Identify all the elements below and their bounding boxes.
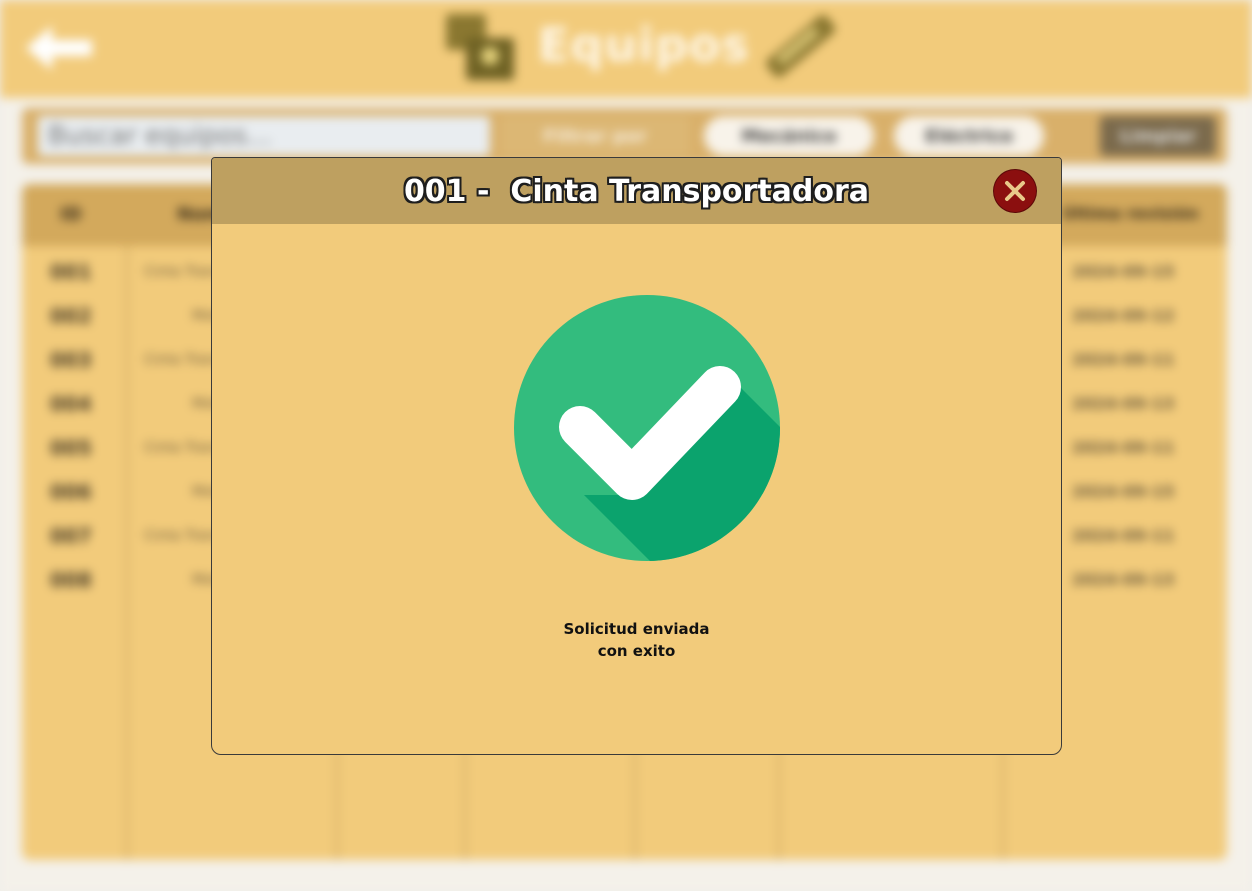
wrench-icon xyxy=(766,15,836,78)
dialog-header: 001 - Cinta Transportadora xyxy=(212,158,1061,224)
column-header-date: Última revisión xyxy=(1062,204,1199,223)
cell-id: 004 xyxy=(50,392,92,416)
column-header-id: ID xyxy=(60,204,82,225)
search-toolbar: Filtrar por Mecánico Eléctrico Limpiar xyxy=(22,108,1227,164)
cell-date: 2024-09-15 xyxy=(1072,482,1175,501)
cell-date: 2024-09-11 xyxy=(1072,526,1175,545)
cell-date: 2024-09-15 xyxy=(1072,262,1175,281)
top-bar: Equipos xyxy=(0,0,1252,98)
back-arrow-icon[interactable] xyxy=(22,22,94,74)
equipment-icon xyxy=(446,14,514,80)
search-input[interactable] xyxy=(38,116,490,156)
cell-date: 2024-09-13 xyxy=(1072,570,1175,589)
success-dialog: 001 - Cinta Transportadora Solicitud env… xyxy=(211,157,1062,755)
success-message: Solicitud enviada con exito xyxy=(212,618,1061,662)
filter-electrical-button[interactable]: Eléctrico xyxy=(894,116,1044,156)
check-circle-icon xyxy=(514,295,780,561)
cell-date: 2024-09-13 xyxy=(1072,394,1175,413)
cell-id: 006 xyxy=(50,480,92,504)
close-icon xyxy=(1005,181,1025,201)
app-stage: Equipos Filtrar por Mecánico Eléctrico L… xyxy=(0,0,1252,891)
cell-id: 008 xyxy=(50,568,92,592)
cell-id: 007 xyxy=(50,524,92,548)
cell-id: 005 xyxy=(50,436,92,460)
success-message-line1: Solicitud enviada xyxy=(563,620,710,638)
clear-filters-button[interactable]: Limpiar xyxy=(1100,116,1216,156)
dialog-title: 001 - Cinta Transportadora xyxy=(403,173,870,209)
filter-mechanical-button[interactable]: Mecánico xyxy=(704,116,874,156)
cell-id: 002 xyxy=(50,304,92,328)
cell-id: 001 xyxy=(50,260,92,284)
success-message-line2: con exito xyxy=(597,642,676,660)
cell-date: 2024-09-12 xyxy=(1072,306,1175,325)
cell-id: 003 xyxy=(50,348,92,372)
cell-date: 2024-09-11 xyxy=(1072,438,1175,457)
filter-label: Filtrar por xyxy=(500,116,690,156)
close-button[interactable] xyxy=(994,170,1036,212)
page-title: Equipos xyxy=(538,18,750,72)
cell-date: 2024-09-11 xyxy=(1072,350,1175,369)
